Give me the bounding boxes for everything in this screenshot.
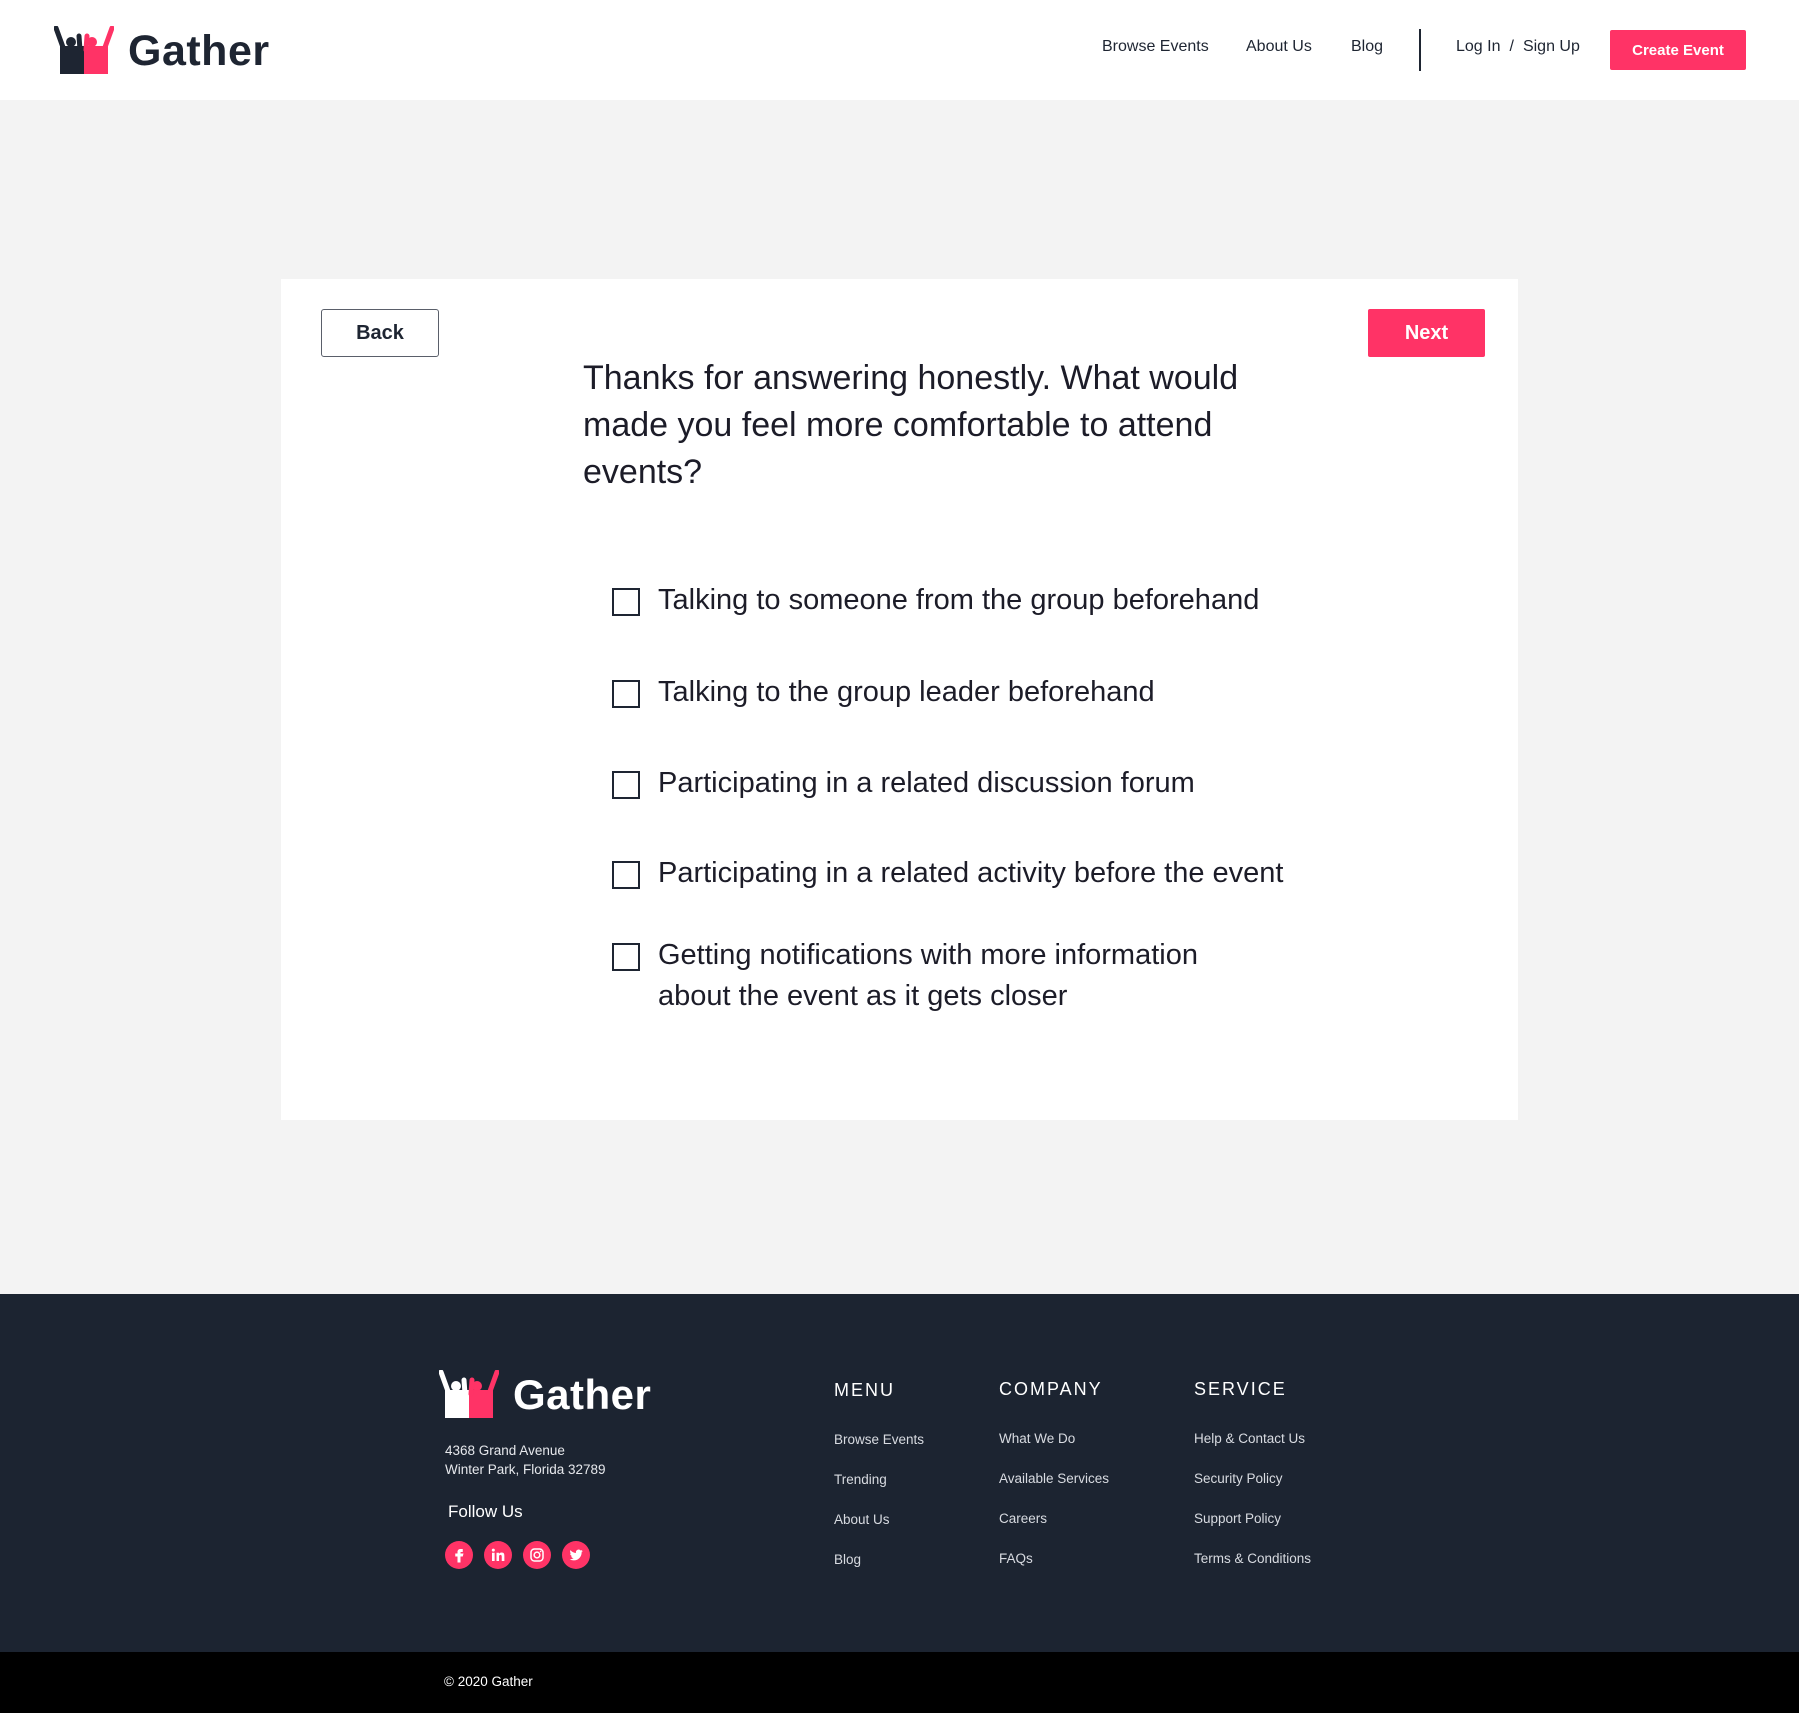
option-item[interactable]: Getting notifications with more informat… — [612, 939, 1258, 1017]
address-line: 4368 Grand Avenue — [445, 1443, 565, 1458]
copyright-bar: © 2020 Gather — [0, 1652, 1799, 1713]
site-header: Gather Browse Events About Us Blog Log I… — [0, 0, 1799, 100]
auth-separator: / — [1509, 38, 1514, 55]
auth-links: Log In / Sign Up — [1456, 38, 1580, 56]
site-footer: Gather 4368 Grand Avenue Winter Park, Fl… — [0, 1294, 1799, 1652]
nav-about-us[interactable]: About Us — [1246, 38, 1312, 56]
footer-column-title: COMPANY — [999, 1379, 1103, 1399]
footer-link[interactable]: What We Do — [999, 1431, 1109, 1471]
footer-link[interactable]: Help & Contact Us — [1194, 1431, 1311, 1471]
footer-column-title: MENU — [834, 1380, 895, 1400]
checkbox[interactable] — [612, 771, 640, 799]
facebook-icon[interactable] — [445, 1541, 473, 1569]
option-label: Talking to someone from the group before… — [658, 584, 1260, 616]
footer-menu-column: MENU Browse Events Trending About Us Blo… — [834, 1380, 924, 1592]
checkbox[interactable] — [612, 943, 640, 971]
nav-divider — [1419, 29, 1421, 71]
follow-us-label: Follow Us — [448, 1502, 523, 1521]
footer-column-title: SERVICE — [1194, 1379, 1287, 1399]
brand-logo[interactable]: Gather — [54, 26, 270, 76]
option-label: Talking to the group leader beforehand — [658, 676, 1155, 708]
checkbox[interactable] — [612, 861, 640, 889]
back-button[interactable]: Back — [321, 309, 439, 357]
footer-link[interactable]: Security Policy — [1194, 1471, 1311, 1511]
option-item[interactable]: Talking to the group leader beforehand — [612, 676, 1155, 713]
brand-name: Gather — [128, 26, 270, 75]
create-event-button[interactable]: Create Event — [1610, 30, 1746, 70]
footer-brand-logo[interactable]: Gather — [439, 1370, 651, 1420]
option-item[interactable]: Participating in a related discussion fo… — [612, 767, 1195, 804]
checkbox[interactable] — [612, 680, 640, 708]
footer-link[interactable]: FAQs — [999, 1551, 1109, 1591]
option-item[interactable]: Talking to someone from the group before… — [612, 584, 1259, 621]
signup-link[interactable]: Sign Up — [1523, 38, 1580, 56]
footer-service-column: SERVICE Help & Contact Us Security Polic… — [1194, 1379, 1311, 1591]
option-item[interactable]: Participating in a related activity befo… — [612, 857, 1283, 894]
footer-link[interactable]: Support Policy — [1194, 1511, 1311, 1551]
instagram-icon[interactable] — [523, 1541, 551, 1569]
nav-blog[interactable]: Blog — [1351, 38, 1383, 56]
logo-icon — [439, 1370, 499, 1418]
checkbox[interactable] — [612, 588, 640, 616]
footer-link[interactable]: Trending — [834, 1472, 924, 1512]
footer-brand-name: Gather — [513, 1371, 652, 1418]
address: 4368 Grand Avenue Winter Park, Florida 3… — [445, 1441, 606, 1479]
next-button[interactable]: Next — [1368, 309, 1485, 357]
option-label: Getting notifications with more informat… — [658, 939, 1198, 1012]
option-label: Participating in a related activity befo… — [658, 857, 1284, 889]
footer-link[interactable]: About Us — [834, 1512, 924, 1552]
linkedin-icon[interactable] — [484, 1541, 512, 1569]
copyright-text: © 2020 Gather — [444, 1674, 533, 1689]
footer-link[interactable]: Careers — [999, 1511, 1109, 1551]
login-link[interactable]: Log In — [1456, 38, 1500, 56]
footer-company-column: COMPANY What We Do Available Services Ca… — [999, 1379, 1109, 1591]
footer-link[interactable]: Browse Events — [834, 1432, 924, 1472]
survey-card: Back Next Thanks for answering honestly.… — [281, 279, 1518, 1120]
logo-icon — [54, 26, 114, 74]
address-line: Winter Park, Florida 32789 — [445, 1462, 606, 1477]
footer-link[interactable]: Terms & Conditions — [1194, 1551, 1311, 1591]
social-links — [445, 1541, 590, 1569]
survey-question: Thanks for answering honestly. What woul… — [583, 359, 1239, 491]
nav-browse-events[interactable]: Browse Events — [1102, 38, 1209, 56]
option-label: Participating in a related discussion fo… — [658, 767, 1195, 799]
footer-link[interactable]: Available Services — [999, 1471, 1109, 1511]
twitter-icon[interactable] — [562, 1541, 590, 1569]
footer-link[interactable]: Blog — [834, 1552, 924, 1592]
